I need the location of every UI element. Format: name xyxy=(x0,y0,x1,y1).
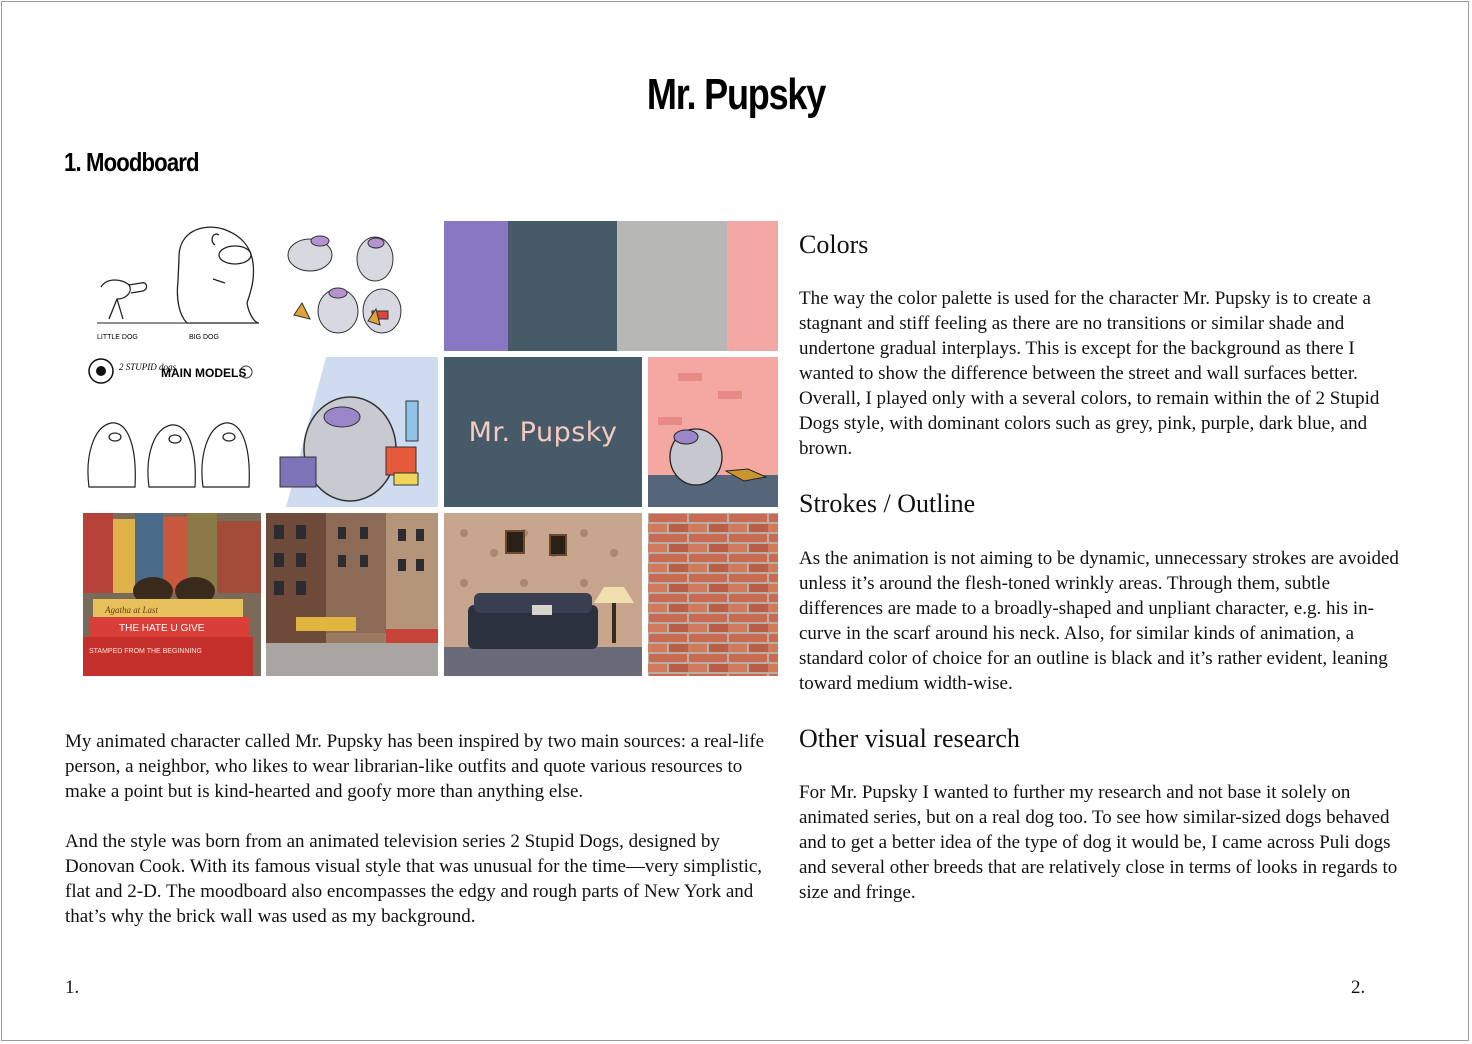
book-title-1: Agatha at Last xyxy=(104,605,159,615)
book-title-2: THE HATE U GIVE xyxy=(119,623,205,634)
intro-paragraph-2: And the style was born from an animated … xyxy=(65,831,763,927)
research-heading: Other visual research xyxy=(799,724,1020,753)
colors-paragraph: The way the color palette is used for th… xyxy=(799,288,1380,459)
palette-swatch-pink xyxy=(727,221,778,351)
palette-swatch-purple xyxy=(444,221,508,351)
palette-swatch-grey xyxy=(617,221,727,351)
moodboard-model-sheet: 2 STUPID dogs MAIN MODELS xyxy=(83,357,261,493)
model-sheet-title: MAIN MODELS xyxy=(161,366,246,380)
moodboard-books: Agatha at Last THE HATE U GIVE STAMPED F… xyxy=(83,513,261,676)
sketch-label-little: LITTLE DOG xyxy=(97,334,138,341)
book-title-3: STAMPED FROM THE BEGINNING xyxy=(89,648,202,655)
moodboard-living-room xyxy=(444,513,642,676)
moodboard-sketch-dogs: LITTLE DOG BIG DOG xyxy=(83,219,261,345)
moodboard-brick-wall xyxy=(648,513,778,676)
intro-paragraph-1: My animated character called Mr. Pupsky … xyxy=(65,731,765,802)
palette-swatch-dark-blue xyxy=(508,221,617,351)
colors-heading: Colors xyxy=(799,230,869,259)
page-number-left: 1. xyxy=(65,977,80,998)
section-title: 1. Moodboard xyxy=(64,147,200,177)
moodboard-name-card: Mr. Pupsky xyxy=(444,357,642,507)
research-paragraph: For Mr. Pupsky I wanted to further my re… xyxy=(799,782,1398,903)
moodboard-poses xyxy=(280,219,406,345)
page-number-right: 2. xyxy=(1351,977,1366,998)
strokes-heading: Strokes / Outline xyxy=(799,489,976,518)
strokes-paragraph: As the animation is not aiming to be dyn… xyxy=(799,548,1399,694)
moodboard-pink-scene xyxy=(648,357,778,507)
document-title: Mr. Pupsky xyxy=(646,70,826,119)
moodboard-street xyxy=(266,513,438,676)
sketch-label-big: BIG DOG xyxy=(189,334,219,341)
name-card-text: Mr. Pupsky xyxy=(468,416,618,448)
moodboard-character-scene xyxy=(266,357,438,507)
